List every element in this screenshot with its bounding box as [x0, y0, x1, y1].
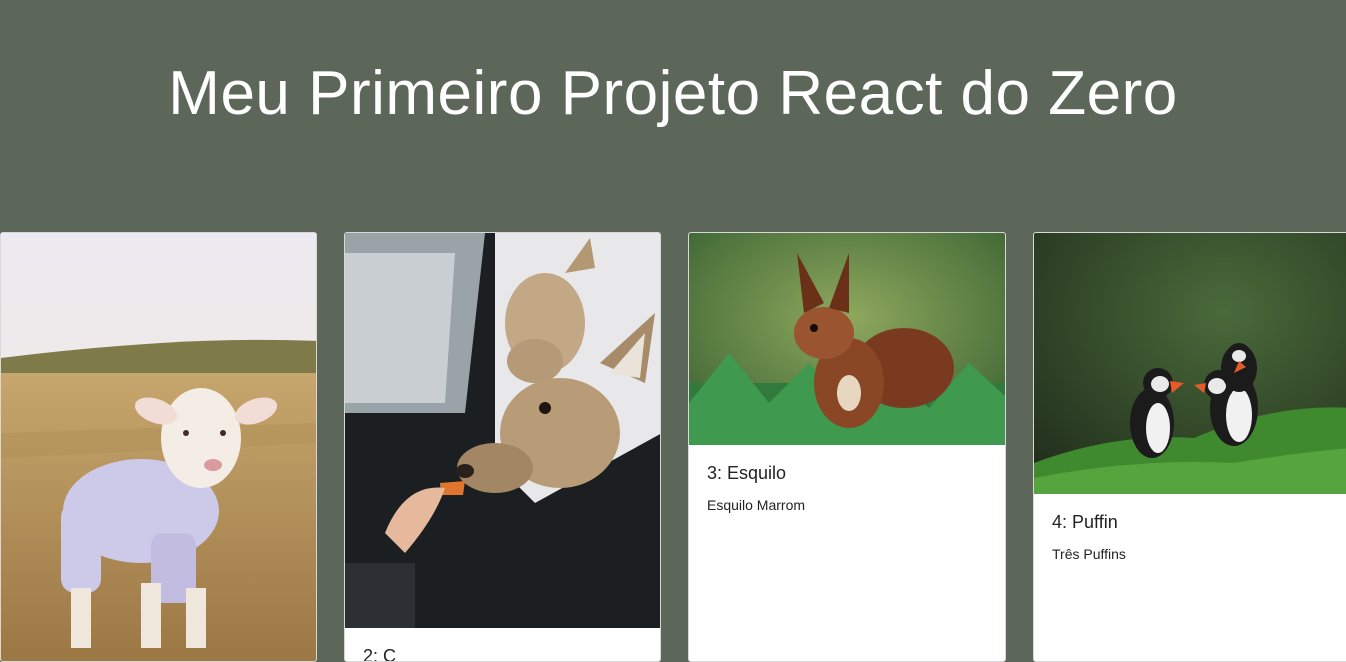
card-title: 2: C — [363, 646, 397, 662]
card-lamb[interactable] — [0, 232, 317, 662]
card-squirrel[interactable]: 3: Esquilo Esquilo Marrom — [688, 232, 1006, 662]
card-body: 2: C — [345, 646, 660, 662]
card-text: Esquilo Marrom — [707, 497, 806, 513]
page-title: Meu Primeiro Projeto React do Zero — [168, 59, 1178, 128]
deer-at-car-window-photo — [345, 233, 660, 628]
puffins-on-grass-photo — [1034, 233, 1346, 494]
red-squirrel-photo — [689, 233, 1005, 445]
lamb-in-sweater-photo — [1, 233, 316, 661]
card-title: 3: Esquilo — [707, 463, 787, 483]
card-body: 3: Esquilo Esquilo Marrom — [689, 463, 1005, 513]
card-text: Três Puffins — [1052, 546, 1126, 562]
card-body: 4: Puffin Três Puffins — [1034, 512, 1346, 562]
page-header: Meu Primeiro Projeto React do Zero — [0, 0, 1346, 232]
card-title: 4: Puffin — [1052, 512, 1118, 532]
card-deer[interactable]: 2: C — [344, 232, 661, 662]
card-puffin[interactable]: 4: Puffin Três Puffins — [1033, 232, 1346, 662]
